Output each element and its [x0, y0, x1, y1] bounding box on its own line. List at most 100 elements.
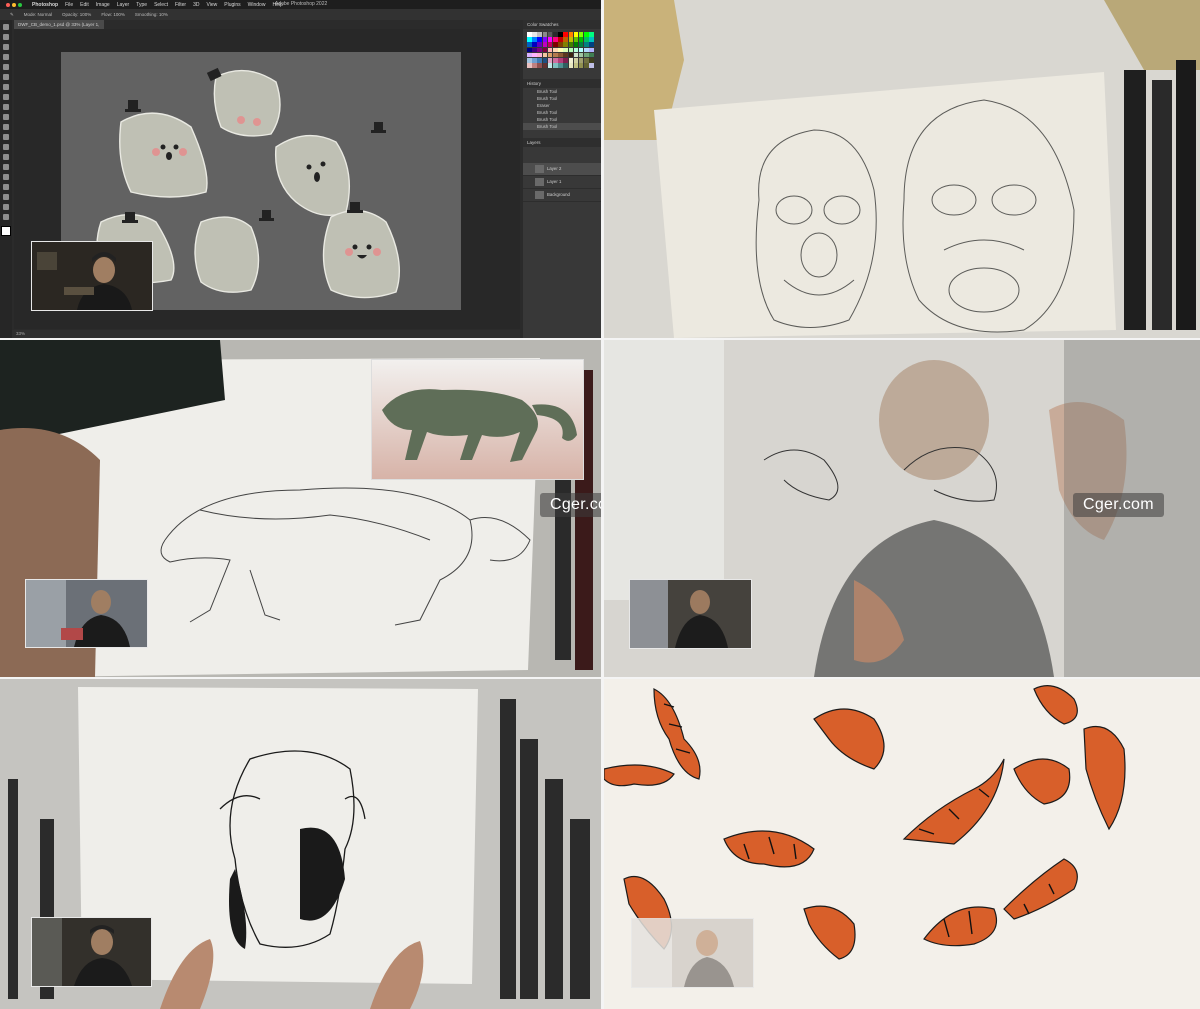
shape-tool-icon[interactable] — [3, 194, 9, 200]
color-swatch[interactable] — [537, 42, 542, 47]
dodge-tool-icon[interactable] — [3, 154, 9, 160]
color-swatch[interactable] — [527, 47, 532, 53]
color-swatch[interactable] — [563, 37, 568, 42]
color-swatch[interactable] — [542, 52, 548, 58]
color-swatch[interactable] — [563, 32, 568, 37]
menu-select[interactable]: Select — [154, 2, 168, 8]
blur-tool-icon[interactable] — [3, 144, 9, 150]
color-swatch[interactable] — [563, 52, 568, 58]
color-swatch[interactable] — [589, 32, 594, 37]
color-swatch[interactable] — [537, 32, 542, 37]
move-tool-icon[interactable] — [3, 24, 9, 30]
color-swatch[interactable] — [578, 42, 584, 47]
color-swatch[interactable] — [558, 37, 563, 42]
color-swatch[interactable] — [532, 42, 537, 47]
heal-tool-icon[interactable] — [3, 84, 9, 90]
color-swatch[interactable] — [532, 63, 537, 68]
color-swatch[interactable] — [552, 52, 558, 58]
menu-3d[interactable]: 3D — [193, 2, 199, 8]
option-opacity[interactable]: Opacity: 100% — [62, 12, 91, 17]
color-swatch[interactable] — [558, 42, 563, 47]
swatches-panel-header[interactable]: Color Swatches — [523, 20, 601, 29]
history-item[interactable]: Brush Tool — [523, 116, 601, 123]
color-swatch[interactable] — [558, 57, 563, 63]
color-swatch[interactable] — [568, 57, 574, 63]
color-swatch[interactable] — [578, 52, 584, 58]
color-swatch[interactable] — [568, 32, 574, 37]
color-swatch[interactable] — [552, 57, 558, 63]
color-swatch[interactable] — [563, 63, 568, 68]
menu-plugins[interactable]: Plugins — [224, 2, 240, 8]
layer-row[interactable]: Layer 1 — [523, 176, 601, 189]
color-swatch[interactable] — [552, 63, 558, 68]
color-swatch[interactable] — [527, 57, 532, 63]
gradient-tool-icon[interactable] — [3, 134, 9, 140]
crop-tool-icon[interactable] — [3, 64, 9, 70]
color-swatch[interactable] — [552, 37, 558, 42]
color-swatch[interactable] — [573, 32, 579, 37]
option-smoothing[interactable]: Smoothing: 10% — [135, 12, 168, 17]
pen-tool-icon[interactable] — [3, 164, 9, 170]
color-swatch[interactable] — [527, 37, 532, 42]
close-icon[interactable] — [6, 2, 10, 7]
color-swatch[interactable] — [532, 57, 537, 63]
menu-edit[interactable]: Edit — [80, 2, 89, 8]
color-swatch[interactable] — [584, 57, 589, 63]
color-swatch[interactable] — [573, 37, 579, 42]
history-item[interactable]: Brush Tool — [523, 109, 601, 116]
zoom-tool-icon[interactable] — [3, 214, 9, 220]
path-select-icon[interactable] — [3, 184, 9, 190]
color-swatch[interactable] — [527, 42, 532, 47]
marquee-tool-icon[interactable] — [3, 34, 9, 40]
color-swatch[interactable] — [558, 52, 563, 58]
menu-filter[interactable]: Filter — [175, 2, 186, 8]
color-swatch[interactable] — [547, 42, 553, 47]
type-tool-icon[interactable] — [3, 174, 9, 180]
lasso-tool-icon[interactable] — [3, 44, 9, 50]
color-swatch[interactable] — [573, 57, 579, 63]
color-swatch[interactable] — [542, 37, 548, 42]
color-swatch[interactable] — [589, 52, 594, 58]
color-swatch[interactable] — [542, 47, 548, 53]
color-swatch[interactable] — [568, 42, 574, 47]
window-controls[interactable] — [6, 2, 22, 7]
color-swatch[interactable] — [537, 52, 542, 58]
option-flow[interactable]: Flow: 100% — [101, 12, 125, 17]
color-swatch[interactable] — [568, 52, 574, 58]
menu-file[interactable]: File — [65, 2, 73, 8]
color-swatch[interactable] — [552, 32, 558, 37]
color-swatch[interactable] — [527, 32, 532, 37]
color-swatch[interactable] — [547, 63, 553, 68]
color-swatch[interactable] — [527, 63, 532, 68]
color-swatch[interactable] — [532, 37, 537, 42]
color-swatch[interactable] — [589, 57, 594, 63]
color-swatch[interactable] — [573, 52, 579, 58]
history-item[interactable]: Eraser — [523, 102, 601, 109]
foreground-color-swatch[interactable] — [1, 226, 11, 236]
color-swatch[interactable] — [558, 32, 563, 37]
history-item[interactable]: Brush Tool — [523, 88, 601, 95]
menu-window[interactable]: Window — [248, 2, 266, 8]
color-swatch[interactable] — [547, 57, 553, 63]
color-swatch[interactable] — [552, 47, 558, 53]
layers-panel-header[interactable]: Layers — [523, 137, 601, 147]
color-swatch[interactable] — [568, 37, 574, 42]
color-swatch[interactable] — [532, 47, 537, 53]
color-swatch[interactable] — [568, 63, 574, 68]
color-swatch[interactable] — [563, 57, 568, 63]
history-panel-header[interactable]: History — [523, 78, 601, 88]
hand-tool-icon[interactable] — [3, 204, 9, 210]
eyedropper-tool-icon[interactable] — [3, 74, 9, 80]
eraser-tool-icon[interactable] — [3, 124, 9, 130]
color-swatch[interactable] — [578, 37, 584, 42]
color-swatch[interactable] — [558, 63, 563, 68]
color-swatch[interactable] — [542, 63, 548, 68]
color-swatch[interactable] — [568, 47, 574, 53]
color-swatch[interactable] — [584, 52, 589, 58]
history-item[interactable]: Brush Tool — [523, 95, 601, 102]
color-swatch[interactable] — [584, 63, 589, 68]
menu-image[interactable]: Image — [96, 2, 110, 8]
color-swatch[interactable] — [547, 52, 553, 58]
history-brush-icon[interactable] — [3, 114, 9, 120]
color-swatch[interactable] — [578, 32, 584, 37]
